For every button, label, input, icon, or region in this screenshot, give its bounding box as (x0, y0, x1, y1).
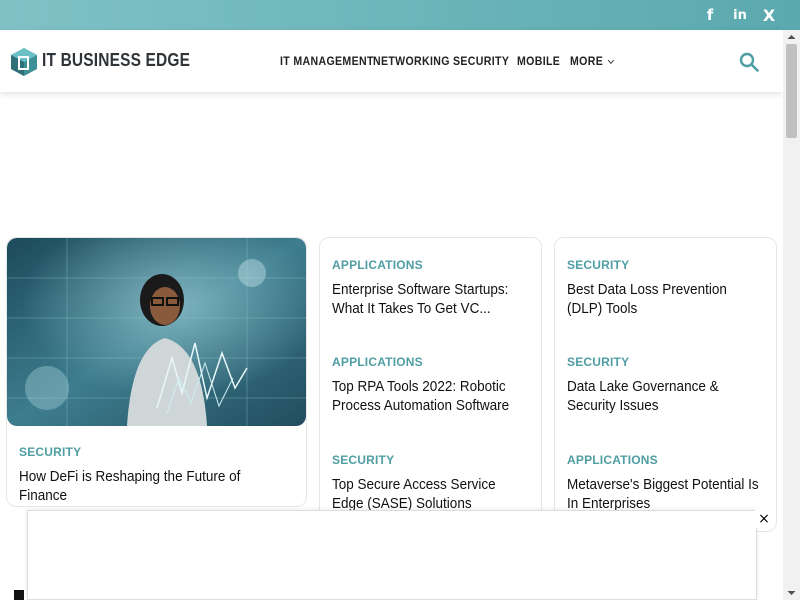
top-social-bar: f in X (0, 0, 800, 30)
x-twitter-icon[interactable]: X (758, 0, 780, 30)
nav-more[interactable]: MORE (570, 54, 614, 68)
bottom-ad-banner[interactable] (27, 510, 757, 600)
article-category[interactable]: SECURITY (332, 453, 394, 467)
featured-category[interactable]: SECURITY (19, 445, 81, 459)
search-icon[interactable] (739, 52, 759, 72)
article-title[interactable]: Data Lake Governance & Security Issues (567, 377, 761, 415)
nav-it-management[interactable]: IT MANAGEMENT (280, 54, 374, 68)
article-category[interactable]: APPLICATIONS (567, 453, 658, 467)
page-content-peek (14, 590, 24, 600)
featured-article-image[interactable] (7, 238, 306, 426)
article-title[interactable]: Enterprise Software Startups: What It Ta… (332, 280, 521, 318)
nav-security[interactable]: SECURITY (453, 54, 509, 68)
article-title[interactable]: Top RPA Tools 2022: Robotic Process Auto… (332, 377, 521, 415)
scroll-down-arrow-icon[interactable] (783, 586, 800, 600)
facebook-icon[interactable]: f (700, 0, 720, 30)
nav-more-label: MORE (570, 54, 604, 68)
page-scrollbar[interactable] (783, 30, 800, 600)
nav-networking[interactable]: NETWORKING (373, 54, 450, 68)
article-title[interactable]: Top Secure Access Service Edge (SASE) So… (332, 475, 521, 513)
logo-text[interactable]: IT BUSINESS EDGE (42, 50, 190, 71)
nav-mobile[interactable]: MOBILE (517, 54, 560, 68)
close-icon[interactable]: × (755, 510, 773, 528)
article-title[interactable]: Best Data Loss Prevention (DLP) Tools (567, 280, 761, 318)
site-header: IT BUSINESS EDGE IT MANAGEMENT NETWORKIN… (0, 30, 783, 92)
article-title[interactable]: Metaverse's Biggest Potential Is In Ente… (567, 475, 761, 513)
article-category[interactable]: APPLICATIONS (332, 258, 423, 272)
article-category[interactable]: APPLICATIONS (332, 355, 423, 369)
article-category[interactable]: SECURITY (567, 258, 629, 272)
chevron-down-icon (607, 56, 614, 65)
scroll-thumb[interactable] (786, 44, 797, 138)
article-category[interactable]: SECURITY (567, 355, 629, 369)
featured-title[interactable]: How DeFi is Reshaping the Future of Fina… (19, 467, 289, 505)
scroll-up-arrow-icon[interactable] (783, 30, 800, 44)
linkedin-icon[interactable]: in (729, 0, 751, 30)
logo-icon[interactable] (10, 47, 38, 77)
